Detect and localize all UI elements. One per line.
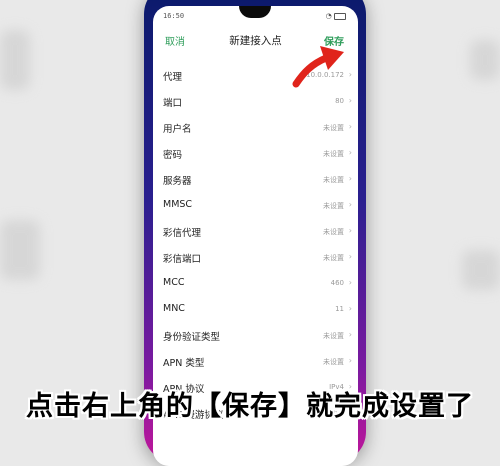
status-time: 16:50 (163, 12, 185, 20)
setting-row-apn-type[interactable]: APN 类型 未设置 › (153, 348, 358, 374)
chevron-right-icon: › (348, 226, 352, 235)
setting-row-server[interactable]: 服务器 未设置 › (153, 166, 358, 192)
setting-value: 460 (330, 279, 344, 287)
chevron-right-icon: › (348, 148, 352, 157)
setting-row-mmsc[interactable]: MMSC 未设置 › (153, 192, 358, 218)
chevron-right-icon: › (348, 200, 352, 209)
setting-row-mcc[interactable]: MCC 460 › (153, 270, 358, 296)
battery-icon (334, 12, 346, 20)
setting-label: 彩信代理 (163, 228, 202, 239)
chevron-right-icon: › (348, 278, 352, 287)
chevron-right-icon: › (348, 356, 352, 365)
background-blur-left-2 (0, 220, 40, 280)
wifi-icon: ◔ (325, 12, 332, 20)
setting-label: 身份验证类型 (163, 332, 221, 343)
setting-row-auth-type[interactable]: 身份验证类型 未设置 › (153, 322, 358, 348)
setting-label: 端口 (163, 98, 183, 109)
setting-row-mms-port[interactable]: 彩信端口 未设置 › (153, 244, 358, 270)
setting-label: MNC (163, 303, 185, 314)
setting-label: MMSC (163, 199, 193, 210)
status-bar: 16:50 ◔ (153, 12, 358, 24)
instruction-caption: 点击右上角的【保存】就完成设置了 (26, 391, 474, 422)
status-icons: ◔ (326, 12, 346, 20)
setting-value: 未设置 (323, 176, 344, 184)
chevron-right-icon: › (348, 96, 352, 105)
setting-value: 未设置 (323, 332, 344, 340)
chevron-right-icon: › (348, 174, 352, 183)
setting-label: APN 类型 (163, 358, 205, 369)
background-blur-right-2 (462, 250, 500, 290)
setting-value: 未设置 (323, 254, 344, 262)
setting-row-password[interactable]: 密码 未设置 › (153, 140, 358, 166)
setting-value: 未设置 (323, 150, 344, 158)
setting-value: 未设置 (323, 358, 344, 366)
setting-row-mnc[interactable]: MNC 11 › (153, 296, 358, 322)
background-blur-right (470, 40, 500, 80)
chevron-right-icon: › (348, 252, 352, 261)
chevron-right-icon: › (348, 330, 352, 339)
setting-label: 密码 (163, 150, 183, 161)
red-arrow-icon (292, 46, 344, 88)
setting-row-port[interactable]: 端口 80 › (153, 88, 358, 114)
setting-label: 服务器 (163, 176, 192, 187)
setting-row-username[interactable]: 用户名 未设置 › (153, 114, 358, 140)
setting-row-mms-proxy[interactable]: 彩信代理 未设置 › (153, 218, 358, 244)
setting-label: 代理 (163, 72, 183, 83)
chevron-right-icon: › (348, 122, 352, 131)
background-blur-left (0, 30, 30, 90)
settings-list: 代理 10.0.0.172 › 端口 80 › 用户名 未设置 › 密码 未设置… (153, 62, 358, 426)
setting-value: 未设置 (323, 202, 344, 210)
setting-value: 未设置 (323, 124, 344, 132)
chevron-right-icon: › (348, 304, 352, 313)
setting-label: MCC (163, 277, 185, 288)
setting-value: 11 (335, 305, 344, 313)
setting-label: 彩信端口 (163, 254, 202, 265)
setting-value: 80 (335, 97, 344, 105)
setting-value: 未设置 (323, 228, 344, 236)
setting-label: 用户名 (163, 124, 192, 135)
